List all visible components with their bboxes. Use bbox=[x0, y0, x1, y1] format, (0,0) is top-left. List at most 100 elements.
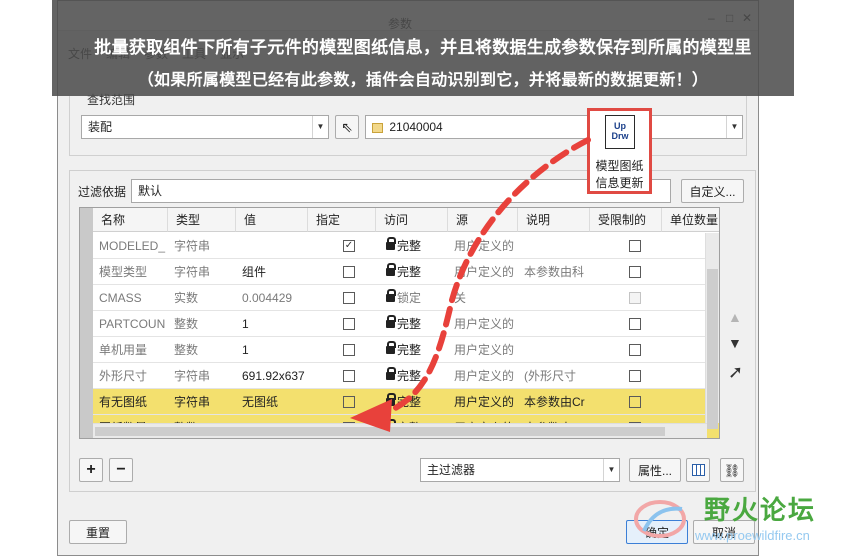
cell-type: 整数 bbox=[174, 343, 199, 357]
cell-type: 字符串 bbox=[174, 369, 211, 383]
column-header-access[interactable]: 访问 bbox=[376, 208, 448, 232]
designated-checkbox[interactable] bbox=[343, 344, 355, 356]
cell-name: 模型类型 bbox=[99, 265, 148, 279]
properties-button[interactable]: 属性... bbox=[629, 458, 681, 482]
find-button[interactable]: ⛓ bbox=[720, 458, 744, 482]
cell-access[interactable]: 完整 bbox=[382, 389, 446, 415]
cell-access[interactable]: 完整 bbox=[382, 337, 446, 363]
cell-desc bbox=[520, 233, 590, 259]
add-parameter-button[interactable]: + bbox=[79, 458, 103, 482]
designated-checkbox[interactable] bbox=[343, 292, 355, 304]
model-value: 21040004 bbox=[389, 120, 443, 134]
plugin-label-line1: 模型图纸 bbox=[595, 159, 644, 173]
binoculars-icon: ⛓ bbox=[723, 463, 741, 478]
cell-value[interactable]: 0.004429 bbox=[238, 285, 308, 311]
cell-type: 字符串 bbox=[174, 265, 211, 279]
cell-value[interactable]: 组件 bbox=[238, 259, 308, 285]
column-header-designated[interactable]: 指定 bbox=[308, 208, 376, 232]
table-row[interactable]: 有无图纸 字符串 无图纸 用户定义的 本参数由Cr 完整 bbox=[93, 389, 719, 415]
column-header-source[interactable]: 源 bbox=[448, 208, 518, 232]
cell-source: 用户定义的 bbox=[454, 395, 515, 409]
table-view-button[interactable] bbox=[686, 458, 710, 482]
restricted-checkbox[interactable] bbox=[629, 266, 641, 278]
cell-value[interactable]: 691.92x637 bbox=[238, 363, 308, 389]
cell-type: 整数 bbox=[174, 317, 199, 331]
column-header-type[interactable]: 类型 bbox=[168, 208, 236, 232]
restricted-checkbox[interactable] bbox=[629, 240, 641, 252]
lock-icon bbox=[386, 366, 396, 380]
vertical-scroll-thumb[interactable] bbox=[707, 269, 718, 429]
table-row[interactable]: 单机用量 整数 1 用户定义的 完整 bbox=[93, 337, 719, 363]
update-drawing-icon: Up Drw bbox=[605, 115, 635, 149]
plus-icon: + bbox=[86, 461, 96, 478]
table-row[interactable]: CMASS 实数 0.004429 关 锁定 bbox=[93, 285, 719, 311]
restricted-checkbox[interactable] bbox=[629, 370, 641, 382]
column-header-name[interactable]: 名称 bbox=[93, 208, 168, 232]
lock-icon bbox=[386, 262, 396, 276]
designated-checkbox[interactable] bbox=[343, 318, 355, 330]
customize-button[interactable]: 自定义... bbox=[681, 179, 744, 203]
cell-value[interactable]: 1 bbox=[238, 337, 308, 363]
cell-access[interactable]: 完整 bbox=[382, 259, 446, 285]
horizontal-scrollbar[interactable] bbox=[93, 423, 707, 438]
model-select[interactable]: 21040004 ▼ bbox=[365, 115, 743, 139]
cell-name: 有无图纸 bbox=[99, 395, 148, 409]
icon-text-up: Up bbox=[614, 121, 626, 131]
update-drawing-info-plugin-button[interactable]: Up Drw 模型图纸 信息更新 bbox=[587, 108, 652, 194]
cell-source: 用户定义的 bbox=[454, 369, 515, 383]
access-label: 完整 bbox=[397, 239, 422, 253]
cell-name: MODELED_ bbox=[99, 239, 166, 253]
cell-access[interactable]: 完整 bbox=[382, 311, 446, 337]
banner-overlay: 批量获取组件下所有子元件的模型图纸信息，并且将数据生成参数保存到所属的模型里 （… bbox=[52, 0, 794, 96]
designated-checkbox[interactable] bbox=[343, 266, 355, 278]
cell-desc bbox=[520, 285, 590, 311]
remove-parameter-button[interactable]: − bbox=[109, 458, 133, 482]
pick-model-button[interactable]: ⇖ bbox=[335, 115, 359, 139]
column-header-restricted[interactable]: 受限制的 bbox=[590, 208, 662, 232]
table-row[interactable]: 模型类型 字符串 组件 用户定义的 本参数由科 完整 bbox=[93, 259, 719, 285]
cell-value[interactable]: 1 bbox=[238, 311, 308, 337]
scope-type-select[interactable]: 装配 ▼ bbox=[81, 115, 329, 139]
vertical-scrollbar[interactable] bbox=[705, 233, 719, 429]
cell-source: 用户定义的 bbox=[454, 317, 515, 331]
access-label: 锁定 bbox=[397, 291, 422, 305]
cell-access[interactable]: 完整 bbox=[382, 233, 446, 259]
column-header-value[interactable]: 值 bbox=[236, 208, 308, 232]
table-row[interactable]: 外形尺寸 字符串 691.92x637 用户定义的 (外形尺寸 完整 bbox=[93, 363, 719, 389]
cell-value[interactable]: 无图纸 bbox=[238, 389, 308, 415]
brand-url: www.proewildfire.cn bbox=[695, 528, 810, 543]
brand-logo-icon bbox=[634, 500, 686, 538]
chevron-down-icon: ▼ bbox=[726, 116, 742, 138]
horizontal-scroll-thumb[interactable] bbox=[95, 427, 665, 436]
designated-checkbox[interactable] bbox=[343, 370, 355, 382]
designated-checkbox[interactable] bbox=[343, 396, 355, 408]
restricted-checkbox[interactable] bbox=[629, 344, 641, 356]
designated-checkbox[interactable]: ✓ bbox=[343, 240, 355, 252]
main-filter-select[interactable]: 主过滤器 ▼ bbox=[420, 458, 620, 482]
scope-type-value: 装配 bbox=[88, 120, 113, 134]
cell-access[interactable]: 锁定 bbox=[382, 285, 446, 311]
brand-name: 野火论坛 bbox=[704, 495, 817, 525]
cell-name: PARTCOUN bbox=[99, 317, 166, 331]
chevron-down-icon: ▼ bbox=[603, 459, 619, 481]
minus-icon: − bbox=[116, 461, 126, 478]
restricted-checkbox[interactable] bbox=[629, 396, 641, 408]
access-label: 完整 bbox=[397, 265, 422, 279]
reset-button[interactable]: 重置 bbox=[69, 520, 127, 544]
column-header-description[interactable]: 说明 bbox=[518, 208, 590, 232]
cell-desc bbox=[520, 337, 590, 363]
column-header-unit-quantity[interactable]: 单位数量 bbox=[662, 208, 719, 232]
cell-value[interactable] bbox=[238, 233, 308, 259]
cell-desc: 本参数由科 bbox=[524, 265, 585, 279]
cursor-arrow-icon: ⇖ bbox=[341, 119, 353, 135]
access-label: 完整 bbox=[397, 343, 422, 357]
restricted-checkbox[interactable] bbox=[629, 292, 641, 304]
lock-icon bbox=[386, 236, 396, 250]
cell-access[interactable]: 完整 bbox=[382, 363, 446, 389]
cell-name: 单机用量 bbox=[99, 343, 148, 357]
table-row[interactable]: PARTCOUN 整数 1 用户定义的 完整 bbox=[93, 311, 719, 337]
restricted-checkbox[interactable] bbox=[629, 318, 641, 330]
table-row[interactable]: MODELED_ 字符串 用户定义的 ✓ 完整 bbox=[93, 233, 719, 259]
move-up-icon[interactable]: ▲ bbox=[728, 309, 742, 325]
move-down-icon[interactable]: ▼ bbox=[728, 335, 742, 351]
